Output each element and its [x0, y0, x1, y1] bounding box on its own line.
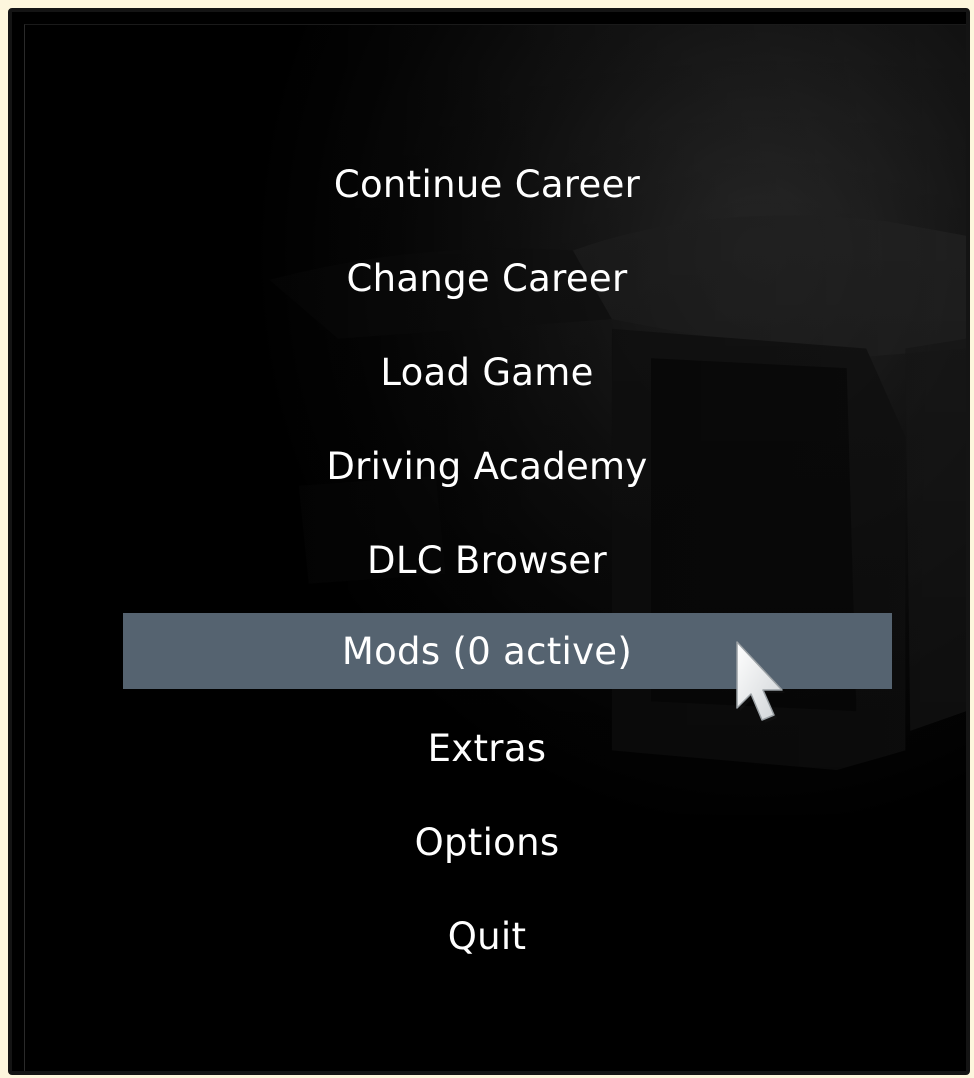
menu-item-label: Extras: [427, 726, 547, 770]
menu-item-label: Continue Career: [333, 162, 641, 206]
menu-item-driving-academy[interactable]: Driving Academy: [0, 428, 974, 504]
menu-item-change-career[interactable]: Change Career: [0, 240, 974, 316]
menu-item-label: Change Career: [346, 256, 628, 300]
menu-item-label: Options: [414, 820, 560, 864]
mouse-pointer-icon: [736, 641, 785, 723]
menu-item-label: Load Game: [380, 350, 594, 394]
menu-item-dlc-browser[interactable]: DLC Browser: [0, 522, 974, 598]
menu-item-options[interactable]: Options: [0, 804, 974, 880]
menu-item-label: DLC Browser: [367, 538, 607, 582]
menu-item-label: Mods (0 active): [341, 629, 633, 673]
menu-item-label: Quit: [447, 914, 527, 958]
menu-item-continue-career[interactable]: Continue Career: [0, 146, 974, 222]
menu-item-mods[interactable]: Mods (0 active): [0, 613, 974, 689]
menu-item-load-game[interactable]: Load Game: [0, 334, 974, 410]
menu-item-quit[interactable]: Quit: [0, 898, 974, 974]
menu-item-extras[interactable]: Extras: [0, 710, 974, 786]
menu-item-label: Driving Academy: [326, 444, 648, 488]
